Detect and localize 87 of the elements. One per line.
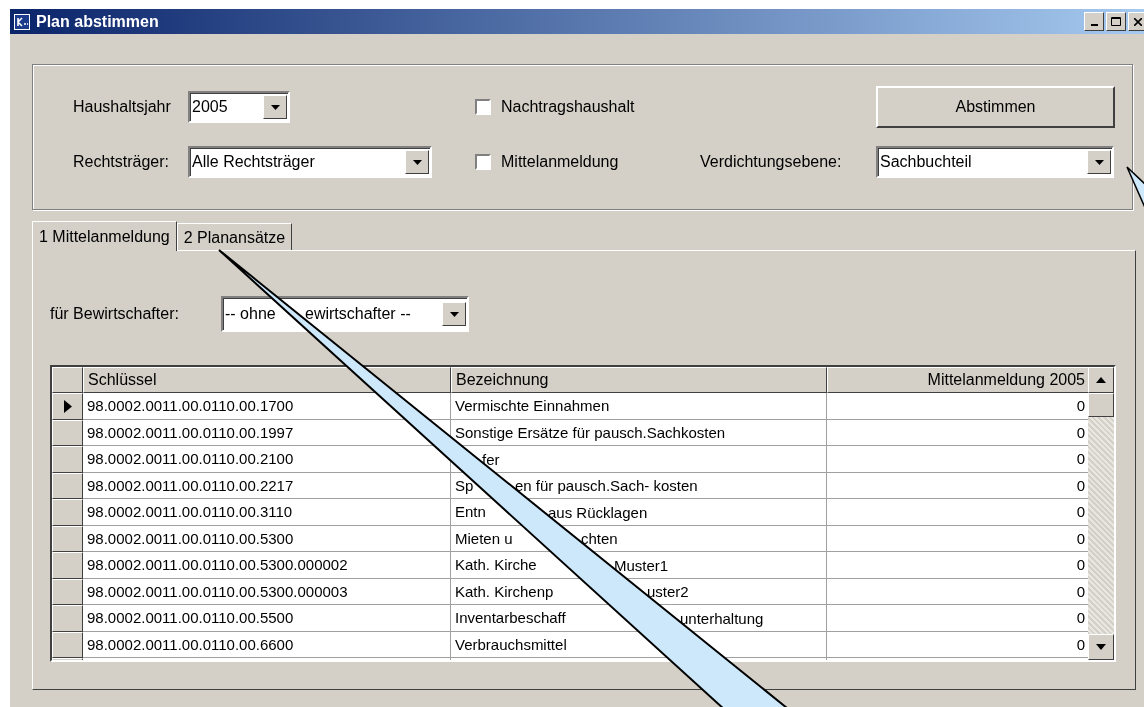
table-cell: 98.0002.0011.00.0110.00.6600 — [83, 631, 451, 658]
caret-icon — [449, 311, 459, 317]
row-header[interactable] — [52, 605, 83, 632]
table-cell: 0 — [827, 499, 1090, 526]
table-cell: 0 — [827, 472, 1090, 499]
abstimmen-button[interactable]: Abstimmen — [876, 86, 1115, 128]
table-cell: 0 — [827, 393, 1090, 420]
scroll-thumb[interactable] — [1088, 393, 1114, 417]
table-cell: 98.0002.0011.00.0110.00.2217 — [83, 472, 451, 499]
table-cell: 0 — [827, 578, 1090, 605]
row-header[interactable] — [52, 525, 83, 552]
app-icon — [14, 13, 30, 30]
row-header[interactable] — [52, 631, 83, 658]
dropdown-button[interactable] — [1087, 150, 1111, 174]
row-header[interactable] — [52, 578, 83, 605]
text-fragment: Verbrauchsmittel — [455, 635, 567, 653]
close-icon — [1134, 17, 1142, 26]
scroll-down-button[interactable] — [1088, 634, 1114, 660]
text-fragment: Kath. Kirche — [455, 556, 537, 574]
text-fragment: Entn — [455, 503, 486, 521]
maximize-icon — [1111, 17, 1121, 26]
text-fragment: uster2 — [647, 582, 689, 600]
column-header[interactable]: Schlüssel — [83, 367, 451, 393]
text-fragment: Kath. Kirchenp — [455, 582, 554, 600]
text-fragment: -- ohne — [225, 305, 276, 323]
scrollbar[interactable] — [1088, 367, 1114, 660]
dropdown-button[interactable] — [263, 95, 287, 119]
tab[interactable]: 2 Planansätze — [176, 223, 293, 250]
table-cell: 0 — [827, 552, 1090, 579]
caret-icon — [270, 104, 280, 110]
checkbox[interactable] — [475, 154, 491, 170]
field-label: Rechtsträger: — [73, 153, 171, 171]
row-header[interactable] — [52, 499, 83, 526]
table-cell: 0 — [827, 446, 1090, 473]
text-fragment: Sp — [455, 476, 474, 494]
row-header[interactable] — [52, 393, 83, 420]
text-fragment: Sonstige Ersätze für pausch.Sachkosten — [455, 423, 726, 441]
dropdown-button[interactable] — [442, 302, 466, 326]
row-header[interactable] — [52, 552, 83, 579]
table-cell: 98.0002.0011.00.0110.00.2100 — [83, 446, 451, 473]
table-cell: 98.0002.0011.00.0110.00.1700 — [83, 393, 451, 420]
table-cell: 98.0002.0011.00.0110.00.5300.000003 — [83, 578, 451, 605]
table-cell: 98.0002.0011.00.0110.00.5300.000002 — [83, 552, 451, 579]
text-fragment: chten — [581, 529, 618, 547]
field-label: Verdichtungsebene: — [700, 153, 842, 171]
text-fragment: Mieten u — [455, 529, 513, 547]
row-header[interactable] — [52, 472, 83, 499]
window-title: Plan abstimmen — [36, 12, 160, 31]
column-header[interactable]: Bezeichnung — [451, 367, 827, 393]
text-fragment: Muster1 — [614, 556, 669, 574]
down-arrow-icon — [1096, 644, 1106, 650]
text-fragment: Vermischte Einnahmen — [455, 397, 610, 415]
caret-icon — [412, 159, 422, 165]
text-fragment: ewirtschafter -- — [305, 305, 411, 323]
field-label: Haushaltsjahr — [73, 98, 172, 116]
maximize-button[interactable] — [1106, 12, 1126, 31]
dropdown-button[interactable] — [405, 150, 429, 174]
checkbox-label: Nachtragshaushalt — [501, 98, 635, 116]
checkbox[interactable] — [475, 99, 491, 115]
row-header[interactable] — [52, 446, 83, 473]
table-cell: 98.0002.0011.00.0110.00.5500 — [83, 605, 451, 632]
text-fragment: aus Rücklagen — [548, 503, 648, 521]
legal-entity-dropdown[interactable]: Alle Rechtsträger — [188, 146, 432, 178]
aggregation-dropdown[interactable]: Sachbuchteil — [876, 146, 1114, 178]
close-button[interactable] — [1128, 12, 1144, 31]
row-header[interactable] — [52, 419, 83, 446]
table-cell: 0 — [827, 525, 1090, 552]
table-cell: 0 — [827, 605, 1090, 632]
field-label: für Bewirtschafter: — [50, 305, 180, 323]
text-fragment: Inventarbeschaff — [455, 609, 566, 627]
table-cell: 98.0002.0011.00.0110.00.5300 — [83, 525, 451, 552]
minimize-icon — [1090, 23, 1098, 26]
caret-icon — [1094, 159, 1104, 165]
scroll-up-button[interactable] — [1088, 367, 1114, 393]
column-header[interactable]: Mittelanmeldung 2005 — [827, 367, 1090, 393]
current-row-icon — [63, 399, 72, 413]
table-cell: 0 — [827, 419, 1090, 446]
text-fragment: unterhaltung — [680, 609, 764, 627]
table-cell: 0 — [827, 631, 1090, 658]
table-cell: 98.0002.0011.00.0110.00.3110 — [83, 499, 451, 526]
text-fragment: en für pausch.Sach- kosten — [515, 476, 698, 494]
up-arrow-icon — [1096, 377, 1106, 383]
year-dropdown[interactable]: 2005 — [188, 91, 290, 123]
tab[interactable]: 1 Mittelanmeldung — [32, 221, 177, 251]
minimize-button[interactable] — [1084, 12, 1104, 31]
manager-dropdown[interactable]: -- ohne ewirtschafter -- — [221, 296, 469, 332]
checkbox-label: Mittelanmeldung — [501, 153, 619, 171]
